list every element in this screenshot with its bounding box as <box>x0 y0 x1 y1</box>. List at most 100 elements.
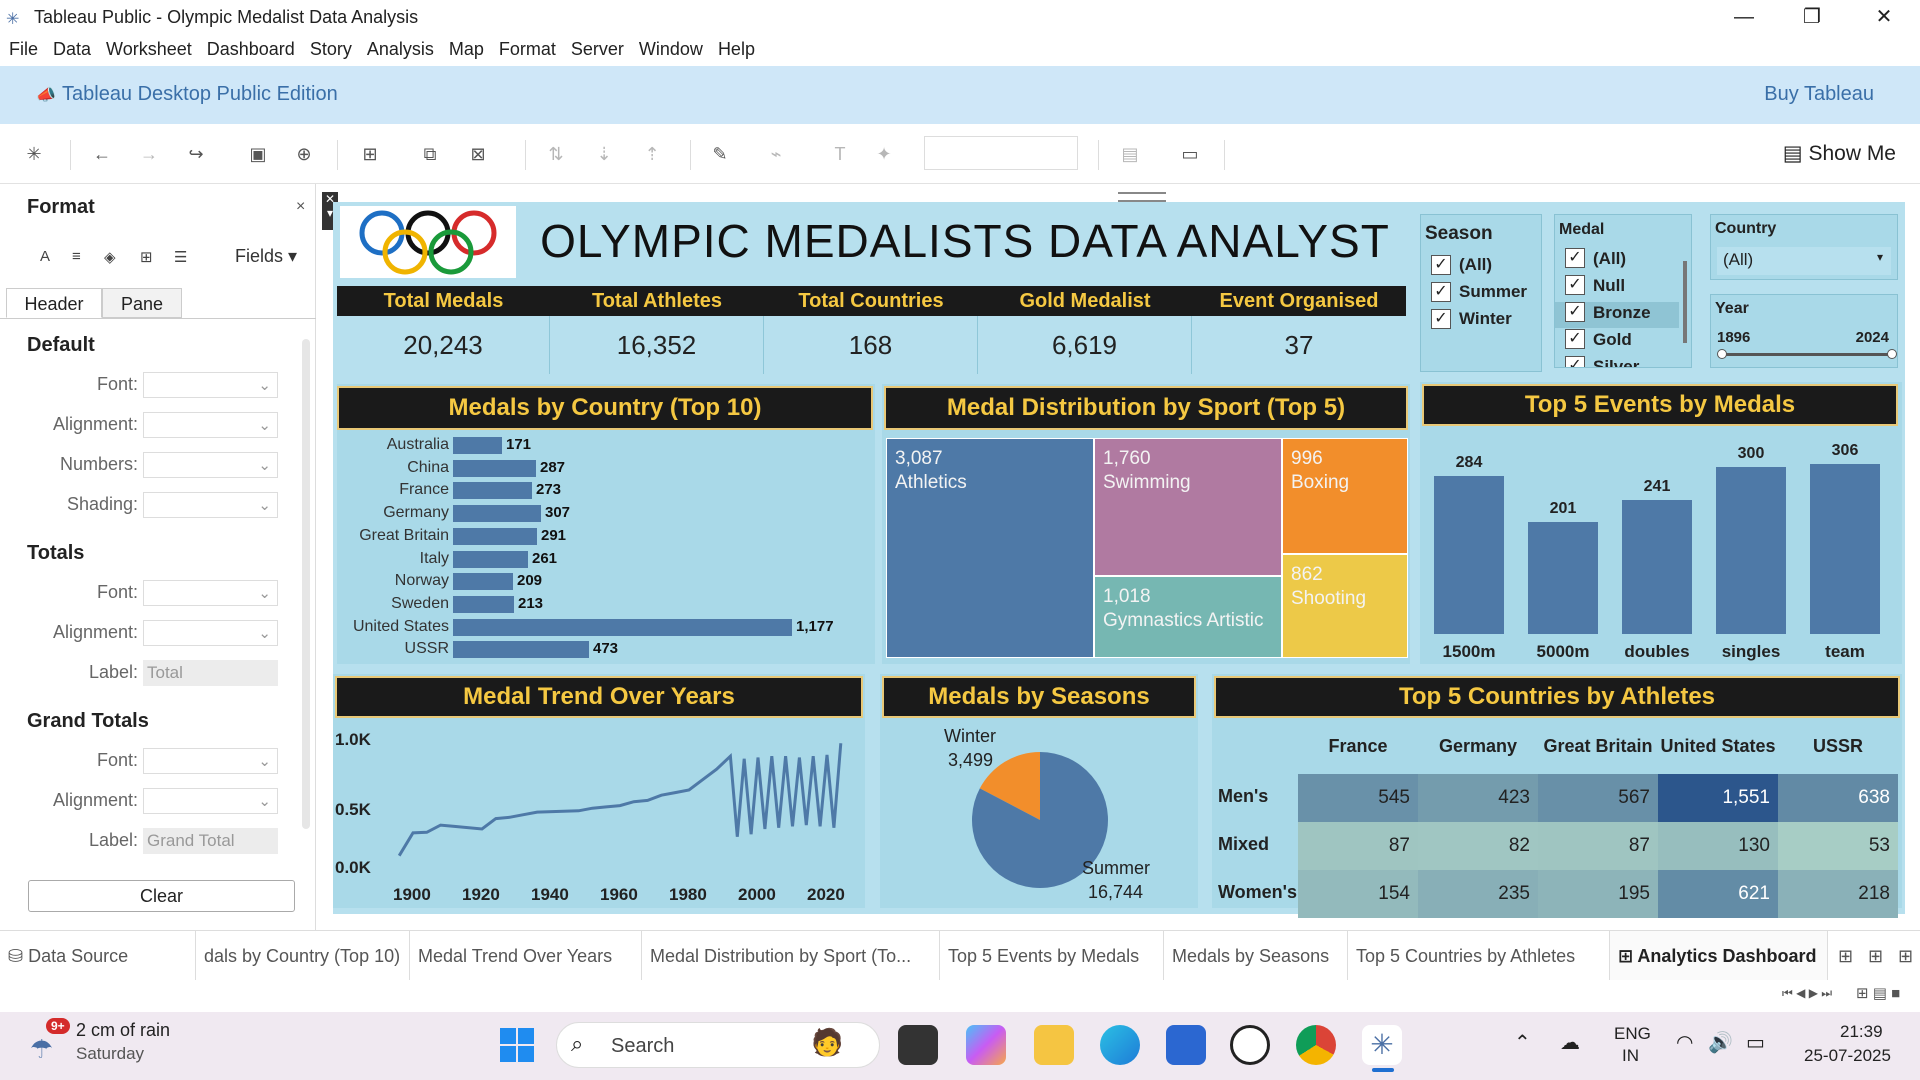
tab-top5-events[interactable]: Top 5 Events by Medals <box>940 931 1164 981</box>
shading-icon[interactable]: ◈ <box>104 248 116 266</box>
menu-data[interactable]: Data <box>53 34 91 60</box>
table-cell-1-4[interactable]: 53 <box>1778 822 1898 870</box>
country-select[interactable]: (All) ▾ <box>1717 247 1891 275</box>
weather-text[interactable]: 2 cm of rain <box>76 1020 170 1041</box>
table-cell-1-0[interactable]: 87 <box>1298 822 1418 870</box>
tab-medal-distribution[interactable]: Medal Distribution by Sport (To... <box>642 931 940 981</box>
table-cell-1-2[interactable]: 87 <box>1538 822 1658 870</box>
grand-totals-font-select[interactable]: ⌄ <box>143 748 278 774</box>
fit-icon[interactable]: ▤ <box>1116 142 1144 166</box>
tab-analytics-dashboard[interactable]: ⊞ Analytics Dashboard <box>1610 931 1828 981</box>
year-slider-min-handle[interactable] <box>1717 349 1727 359</box>
pin-icon[interactable]: ✦ <box>870 142 898 166</box>
clear-button[interactable]: Clear <box>28 880 295 912</box>
task-view-icon[interactable] <box>898 1025 938 1065</box>
file-explorer-icon[interactable] <box>1034 1025 1074 1065</box>
swap-icon[interactable]: ⇅ <box>542 142 570 166</box>
new-story-tab-icon[interactable]: ⊞ <box>1890 931 1920 981</box>
label-icon[interactable]: T <box>826 142 854 166</box>
new-dashboard-tab-icon[interactable]: ⊞ <box>1860 931 1890 981</box>
medal-null-checkbox[interactable]: ✓ <box>1565 275 1585 295</box>
font-icon[interactable]: A <box>40 248 50 265</box>
table-cell-0-0[interactable]: 545 <box>1298 774 1418 822</box>
season-winter-checkbox[interactable]: ✓ <box>1431 309 1451 329</box>
event-bar-4[interactable] <box>1810 464 1880 634</box>
menu-server[interactable]: Server <box>571 34 624 60</box>
drag-handle[interactable] <box>1118 192 1166 202</box>
tableau-taskbar-icon[interactable]: ✳ <box>1362 1025 1402 1065</box>
totals-font-select[interactable]: ⌄ <box>143 580 278 606</box>
edge-icon[interactable] <box>1100 1025 1140 1065</box>
table-cell-0-2[interactable]: 567 <box>1538 774 1658 822</box>
tab-medals-by-country[interactable]: dals by Country (Top 10) <box>196 931 410 981</box>
default-numbers-select[interactable]: ⌄ <box>143 452 278 478</box>
save-icon[interactable]: ▣ <box>244 142 272 166</box>
table-cell-2-2[interactable]: 195 <box>1538 870 1658 918</box>
tab-pane[interactable]: Pane <box>102 288 182 318</box>
treemap-shooting[interactable]: 862 Shooting <box>1282 554 1408 658</box>
season-all-checkbox[interactable]: ✓ <box>1431 255 1451 275</box>
grand-totals-label-field[interactable]: Grand Total <box>143 828 278 854</box>
country-bar-8[interactable] <box>453 619 792 636</box>
totals-label-field[interactable]: Total <box>143 660 278 686</box>
table-cell-2-0[interactable]: 154 <box>1298 870 1418 918</box>
clear-sheet-icon[interactable]: ⊠ <box>464 142 492 166</box>
table-cell-0-4[interactable]: 638 <box>1778 774 1898 822</box>
menu-story[interactable]: Story <box>310 34 352 60</box>
tab-top5-countries[interactable]: Top 5 Countries by Athletes <box>1348 931 1610 981</box>
menu-analysis[interactable]: Analysis <box>367 34 434 60</box>
default-font-select[interactable]: ⌄ <box>143 372 278 398</box>
table-cell-0-3[interactable]: 1,551 <box>1658 774 1778 822</box>
presentation-icon[interactable]: ▭ <box>1176 142 1204 166</box>
country-bar-9[interactable] <box>453 641 589 658</box>
store-icon[interactable] <box>1166 1025 1206 1065</box>
treemap-swimming[interactable]: 1,760 Swimming <box>1094 438 1282 576</box>
country-bar-4[interactable] <box>453 528 537 545</box>
chevron-up-icon[interactable]: ⌃ <box>1514 1030 1531 1055</box>
restore-icon[interactable]: ❐ <box>1784 2 1840 32</box>
menu-file[interactable]: File <box>9 34 38 60</box>
sheet-view-icon[interactable]: ⊞ ▤ ■ <box>1856 984 1900 1002</box>
volume-icon[interactable]: 🔊 <box>1708 1030 1733 1055</box>
borders-icon[interactable]: ⊞ <box>140 248 153 266</box>
tab-header[interactable]: Header <box>6 288 102 318</box>
country-bar-0[interactable] <box>453 437 502 454</box>
trend-series-line[interactable] <box>397 743 843 857</box>
wifi-icon[interactable]: ◠ <box>1676 1030 1693 1055</box>
tab-navigation-icon[interactable]: ⏮ ◀ ▶ ⏭ <box>1782 986 1832 1001</box>
buy-tableau-link[interactable]: Buy Tableau <box>1764 83 1874 106</box>
fields-dropdown[interactable]: Fields ▾ <box>235 246 297 267</box>
highlight-icon[interactable]: ✎ <box>706 142 734 166</box>
new-worksheet-tab-icon[interactable]: ⊞ <box>1830 931 1860 981</box>
menu-dashboard[interactable]: Dashboard <box>207 34 295 60</box>
country-bar-7[interactable] <box>453 596 514 613</box>
season-summer-checkbox[interactable]: ✓ <box>1431 282 1451 302</box>
chrome-icon[interactable] <box>1296 1025 1336 1065</box>
grand-totals-alignment-select[interactable]: ⌄ <box>143 788 278 814</box>
clock-time[interactable]: 21:39 <box>1840 1022 1883 1042</box>
treemap-gymnastics[interactable]: 1,018 Gymnastics Artistic <box>1094 576 1282 658</box>
medal-all-checkbox[interactable]: ✓ <box>1565 248 1585 268</box>
table-cell-2-3[interactable]: 621 <box>1658 870 1778 918</box>
medal-bronze-checkbox[interactable]: ✓ <box>1565 302 1585 322</box>
table-cell-1-1[interactable]: 82 <box>1418 822 1538 870</box>
menu-help[interactable]: Help <box>718 34 755 60</box>
event-bar-3[interactable] <box>1716 467 1786 634</box>
event-bar-0[interactable] <box>1434 476 1504 634</box>
copilot-icon[interactable] <box>966 1025 1006 1065</box>
year-slider-max-handle[interactable] <box>1887 349 1897 359</box>
replay-icon[interactable]: ↪ <box>182 142 210 166</box>
country-bar-3[interactable] <box>453 505 541 522</box>
default-alignment-select[interactable]: ⌄ <box>143 412 278 438</box>
medal-silver-checkbox[interactable]: ✓ <box>1565 356 1585 367</box>
tab-medals-by-seasons[interactable]: Medals by Seasons <box>1164 931 1348 981</box>
treemap-boxing[interactable]: 996 Boxing <box>1282 438 1408 554</box>
default-shading-select[interactable]: ⌄ <box>143 492 278 518</box>
new-worksheet-icon[interactable]: ⊞ <box>356 142 384 166</box>
menu-worksheet[interactable]: Worksheet <box>106 34 192 60</box>
fit-dropdown[interactable] <box>924 136 1078 170</box>
undo-icon[interactable]: ← <box>88 142 116 166</box>
medal-gold-checkbox[interactable]: ✓ <box>1565 329 1585 349</box>
table-cell-1-3[interactable]: 130 <box>1658 822 1778 870</box>
format-panel-scrollbar[interactable] <box>302 339 310 829</box>
